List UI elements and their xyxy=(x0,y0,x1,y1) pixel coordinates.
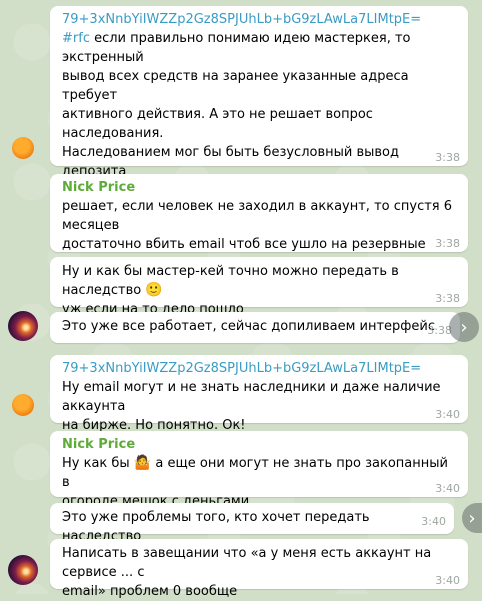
message-text: Ну как бы xyxy=(62,456,130,471)
message-bubble[interactable]: Написать в завещании что «а у меня есть … xyxy=(50,539,468,599)
avatar[interactable] xyxy=(8,555,38,585)
message-time: 3:38 xyxy=(435,292,460,305)
sender-name[interactable]: 79+3xNnbYiIWZZp2Gz8SPJUhLb+bG9zLAwLa7LIM… xyxy=(62,361,458,376)
message-text: Ну email могут и не знать наследники и д… xyxy=(62,380,441,433)
hashtag-link[interactable]: #rfc xyxy=(62,31,90,46)
message-text: Это уже все работает, сейчас допиливаем … xyxy=(62,319,435,334)
shrug-emoji-icon: 🤷 xyxy=(133,455,152,471)
message-time: 3:40 xyxy=(435,574,460,587)
message-bubble[interactable]: Это уже проблемы того, кто хочет передат… xyxy=(50,503,454,544)
message-bubble[interactable]: Это уже все работает, сейчас допиливаем … xyxy=(50,312,460,343)
message-bubble[interactable]: Nick Price Ну как бы 🤷 а еще они могут н… xyxy=(50,431,468,509)
message-time: 3:38 xyxy=(435,237,460,250)
smile-emoji-icon: 🙂 xyxy=(145,282,163,298)
sender-name[interactable]: Nick Price xyxy=(62,180,458,195)
message-bubble[interactable]: 79+3xNnbYiIWZZp2Gz8SPJUhLb+bG9zLAwLa7LIM… xyxy=(50,355,468,433)
message-bubble[interactable]: Nick Price решает, если человек не заход… xyxy=(50,174,468,271)
message-bubble[interactable]: Ну и как бы мастер-кей точно можно перед… xyxy=(50,257,468,317)
forward-arrow-icon[interactable]: › xyxy=(449,312,479,342)
message-time: 3:40 xyxy=(435,408,460,421)
message-time: 3:38 xyxy=(435,151,460,164)
message-text: Ну и как бы мастер-кей точно можно перед… xyxy=(62,264,403,298)
sender-name[interactable]: 79+3xNnbYiIWZZp2Gz8SPJUhLb+bG9zLAwLa7LIM… xyxy=(62,12,458,27)
avatar[interactable] xyxy=(12,137,34,159)
message-bubble[interactable]: 79+3xNnbYiIWZZp2Gz8SPJUhLb+bG9zLAwLa7LIM… xyxy=(50,6,468,236)
sender-name[interactable]: Nick Price xyxy=(62,437,458,452)
message-text: Написать в завещании что «а у меня есть … xyxy=(62,546,432,599)
avatar[interactable] xyxy=(8,311,38,341)
message-time: 3:40 xyxy=(435,482,460,495)
message-time: 3:40 xyxy=(421,515,446,528)
avatar[interactable] xyxy=(12,394,34,416)
